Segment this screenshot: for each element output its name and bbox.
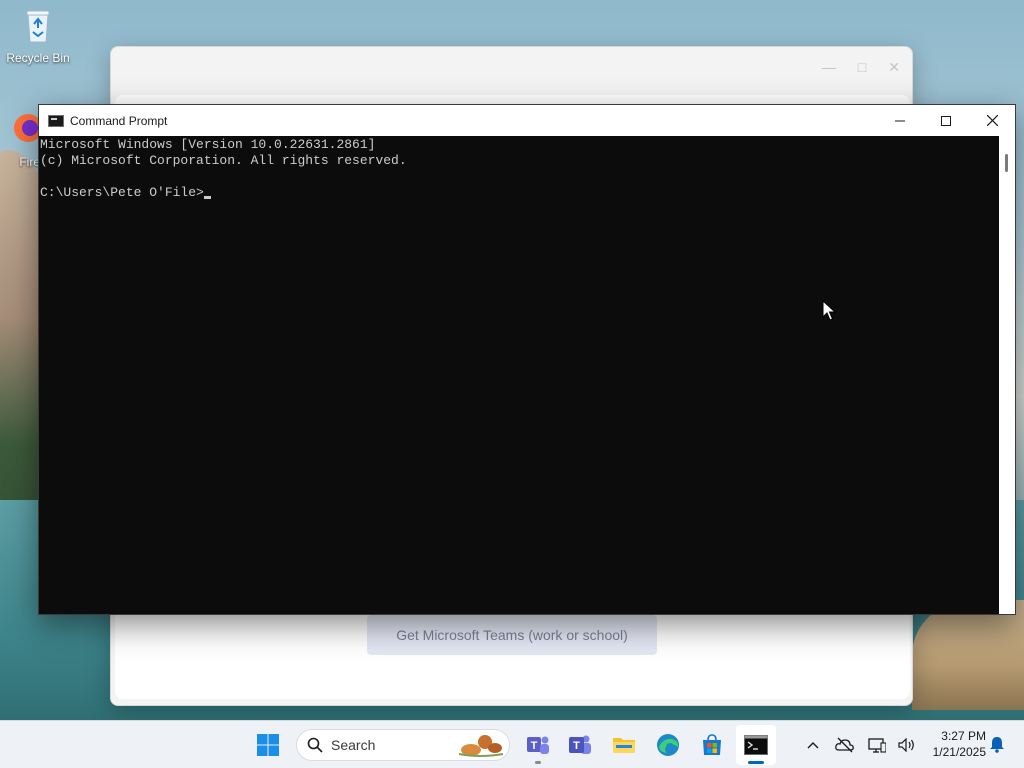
vertical-scrollbar[interactable] [999, 136, 1015, 614]
console-prompt: C:\Users\Pete O'File> [40, 185, 204, 200]
console-line: (c) Microsoft Corporation. All rights re… [40, 153, 407, 168]
taskbar-app-teams-chat[interactable]: T [518, 725, 558, 765]
volume-button[interactable] [892, 730, 922, 760]
window-title: Command Prompt [70, 113, 168, 128]
volume-icon [898, 738, 914, 752]
search-placeholder: Search [331, 737, 376, 753]
wallpaper-reeds [912, 600, 1024, 710]
svg-text:T: T [531, 740, 538, 752]
taskbar-app-terminal[interactable] [736, 725, 776, 765]
scrollbar-thumb[interactable] [1005, 154, 1008, 172]
command-prompt-window[interactable]: Command Prompt Microsoft Windows [Versio… [38, 104, 1016, 615]
notification-bell-icon[interactable] [988, 735, 1006, 753]
active-indicator [748, 761, 764, 764]
start-button[interactable] [248, 725, 288, 765]
onedrive-button[interactable] [830, 730, 860, 760]
network-button[interactable] [862, 730, 892, 760]
taskbar-search[interactable]: Search [296, 729, 510, 761]
maximize-icon [941, 115, 951, 126]
window-controls [877, 105, 1015, 136]
desktop-icon-firefox[interactable]: Fire [0, 110, 40, 169]
desktop-icon-label: Fire [19, 155, 40, 169]
firefox-icon [14, 114, 40, 142]
title-bar[interactable]: Command Prompt [39, 105, 1015, 136]
search-highlight-icon [458, 735, 504, 757]
teams-chat-icon: T [527, 736, 549, 754]
minimize-icon [895, 120, 905, 121]
show-hidden-icons-button[interactable] [798, 730, 828, 760]
teams-icon: T [569, 735, 591, 754]
store-icon [703, 734, 721, 755]
onedrive-offline-icon [835, 737, 854, 753]
system-tray [798, 721, 922, 768]
taskbar-app-edge[interactable] [648, 725, 688, 765]
edge-icon [657, 734, 679, 756]
close-icon[interactable]: ✕ [888, 59, 900, 76]
taskbar-clock[interactable]: 3:27 PM 1/21/2025 [920, 728, 986, 760]
clock-time: 3:27 PM [941, 729, 986, 743]
taskbar: Search T T 3:27 PM 1/21/2025 [0, 720, 1024, 768]
windows-start-icon [257, 734, 279, 756]
desktop-icon-label: Recycle Bin [6, 51, 70, 65]
chevron-up-icon [807, 742, 819, 749]
search-icon [307, 737, 323, 753]
maximize-icon[interactable]: □ [858, 59, 866, 76]
taskbar-app-file-explorer[interactable] [604, 725, 644, 765]
maximize-button[interactable] [923, 105, 969, 136]
running-indicator [535, 761, 541, 764]
desktop-icon-recycle-bin[interactable]: Recycle Bin [0, 6, 76, 65]
text-cursor [203, 196, 211, 199]
close-icon [986, 115, 998, 126]
taskbar-app-teams[interactable]: T [560, 725, 600, 765]
terminal-icon [744, 735, 768, 755]
recycle-bin-icon [26, 10, 50, 43]
mouse-pointer-icon [822, 300, 836, 321]
cmd-app-icon[interactable] [48, 114, 64, 127]
folder-icon [613, 738, 635, 753]
console-output[interactable]: Microsoft Windows [Version 10.0.22631.28… [39, 136, 999, 614]
taskbar-app-store[interactable] [692, 725, 732, 765]
clock-date: 1/21/2025 [932, 745, 986, 759]
console-line: Microsoft Windows [Version 10.0.22631.28… [40, 137, 376, 152]
console-prompt-line[interactable]: C:\Users\Pete O'File> [40, 185, 999, 201]
svg-text:T: T [573, 740, 580, 752]
close-button[interactable] [969, 105, 1015, 136]
network-icon [868, 738, 886, 753]
get-teams-work-button[interactable]: Get Microsoft Teams (work or school) [367, 615, 657, 655]
minimize-icon[interactable]: — [822, 59, 836, 76]
teams-window-controls: — □ ✕ [822, 59, 900, 76]
minimize-button[interactable] [877, 105, 923, 136]
